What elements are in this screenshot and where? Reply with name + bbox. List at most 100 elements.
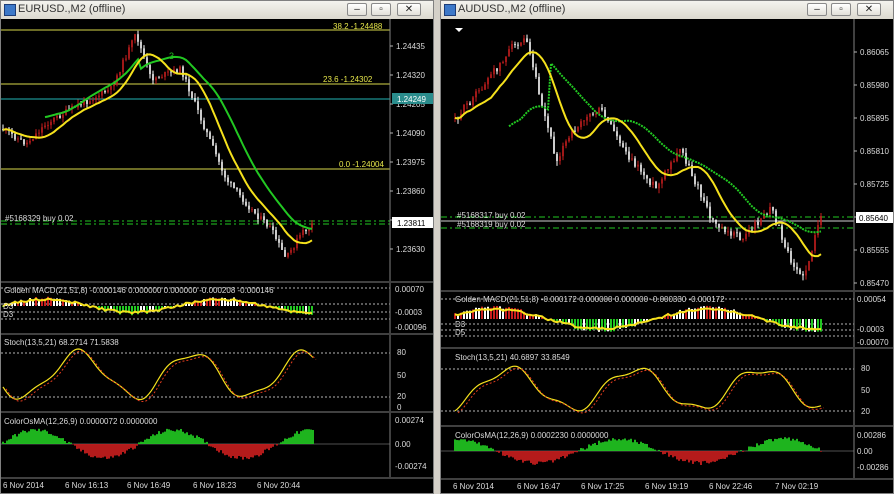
osma-bar <box>74 444 76 446</box>
osma-bar <box>782 439 784 451</box>
osma-bar <box>312 429 314 444</box>
candle-body <box>209 132 211 139</box>
chart-window-icon <box>444 4 456 16</box>
osma-bar <box>560 451 562 457</box>
osma-bar <box>482 445 484 451</box>
candle-body <box>266 220 268 227</box>
restore-button[interactable]: ▫ <box>831 3 851 16</box>
minimize-button[interactable]: – <box>807 3 827 16</box>
restore-button[interactable]: ▫ <box>371 3 391 16</box>
close-button[interactable]: ✕ <box>857 3 881 16</box>
candle-body <box>29 140 31 143</box>
osma-bar <box>724 451 726 459</box>
candle-body <box>80 104 82 106</box>
osma-bar <box>170 430 172 444</box>
stoch-scale: 0 <box>397 403 402 412</box>
candle-body <box>799 269 801 274</box>
price-tick-label: 1.23975 <box>396 158 425 167</box>
osma-bar <box>714 451 716 462</box>
candle-body <box>230 182 232 184</box>
osma-bar <box>562 451 564 457</box>
eurusd-titlebar[interactable]: EURUSD.,M2 (offline) – ▫ ✕ <box>1 1 433 20</box>
price-tick-label: 0.86065 <box>860 48 889 57</box>
macd-scale: -0.0003 <box>395 308 423 317</box>
candle-body <box>257 213 259 219</box>
osma-bar <box>58 437 60 444</box>
osma-bar <box>818 447 820 451</box>
osma-bar <box>590 445 592 451</box>
audusd-titlebar[interactable]: AUDUSD.,M2 (offline) – ▫ ✕ <box>441 1 893 20</box>
osma-label: ColorOsMA(12,26,9) 0.0002230 0.0000000 <box>455 431 609 440</box>
candle-body <box>14 133 16 140</box>
osma-bar <box>626 440 628 451</box>
audusd-chart-area[interactable]: #5168317 buy 0.02 #5168319 buy 0.02 0.86… <box>441 19 894 494</box>
osma-bar <box>268 444 270 451</box>
osma-bar <box>504 451 506 457</box>
candle-body <box>287 252 289 257</box>
osma-bar <box>568 451 570 455</box>
osma-bar <box>602 442 604 451</box>
osma-bar <box>798 441 800 451</box>
osma-bar <box>172 430 174 444</box>
osma-bar <box>212 444 214 448</box>
osma-bar <box>288 437 290 444</box>
minimize-button[interactable]: – <box>347 3 367 16</box>
price-tick-label: 0.85725 <box>860 180 889 189</box>
osma-bar <box>138 442 140 444</box>
osma-bar <box>64 441 66 444</box>
osma-bar <box>468 440 470 451</box>
osma-bar <box>538 451 540 462</box>
osma-bar <box>684 451 686 462</box>
osma-bar <box>616 440 618 451</box>
candle-body <box>784 239 786 248</box>
close-button[interactable]: ✕ <box>397 3 421 16</box>
audusd-chart-window[interactable]: AUDUSD.,M2 (offline) – ▫ ✕ #5168317 buy … <box>440 0 894 494</box>
candle-body <box>643 171 645 176</box>
candle-body <box>760 218 762 225</box>
osma-bar <box>498 451 500 453</box>
osma-bar <box>760 444 762 451</box>
stoch-scale: 80 <box>397 348 406 357</box>
osma-bar <box>658 449 660 451</box>
osma-bar <box>456 440 458 451</box>
osma-bar <box>298 433 300 444</box>
candle-body <box>565 141 567 146</box>
candle-body <box>559 156 561 162</box>
osma-bar <box>174 431 176 444</box>
candle-body <box>161 76 163 78</box>
osma-bar <box>78 444 80 449</box>
osma-bar <box>550 451 552 461</box>
osma-bar <box>56 436 58 444</box>
eurusd-chart-window[interactable]: EURUSD.,M2 (offline) – ▫ ✕ 38.2 -1.24488… <box>0 0 434 494</box>
osma-bar <box>200 438 202 444</box>
osma-bar <box>718 451 720 460</box>
eurusd-chart-area[interactable]: 38.2 -1.24488 23.6 -1.24302 0.0 -1.24004… <box>1 19 434 494</box>
osma-bar <box>144 439 146 444</box>
order-label: #5168329 buy 0.02 <box>5 214 74 223</box>
candle-body <box>191 91 193 98</box>
osma-bar <box>620 440 622 451</box>
candle-body <box>820 216 822 226</box>
osma-bar <box>190 434 192 444</box>
osma-bar <box>790 440 792 451</box>
candle-body <box>167 71 169 73</box>
osma-bar <box>262 444 264 454</box>
current-price-value: 1.24249 <box>397 95 426 104</box>
candle-body <box>101 90 103 96</box>
osma-bar <box>90 444 92 458</box>
candle-body <box>517 44 519 46</box>
osma-bar <box>202 438 204 444</box>
osma-bar <box>284 438 286 444</box>
osma-bar <box>270 444 272 448</box>
macd-scale: 0.00054 <box>857 295 886 304</box>
osma-bar <box>778 438 780 451</box>
osma-bar <box>536 451 538 464</box>
candle-body <box>646 175 648 179</box>
osma-bar <box>696 451 698 462</box>
macd-scale: -0.00096 <box>395 323 427 332</box>
osma-bar <box>570 451 572 454</box>
candle-body <box>272 226 274 231</box>
osma-bar <box>294 433 296 444</box>
candle-body <box>53 117 55 122</box>
candle-body <box>667 169 669 171</box>
